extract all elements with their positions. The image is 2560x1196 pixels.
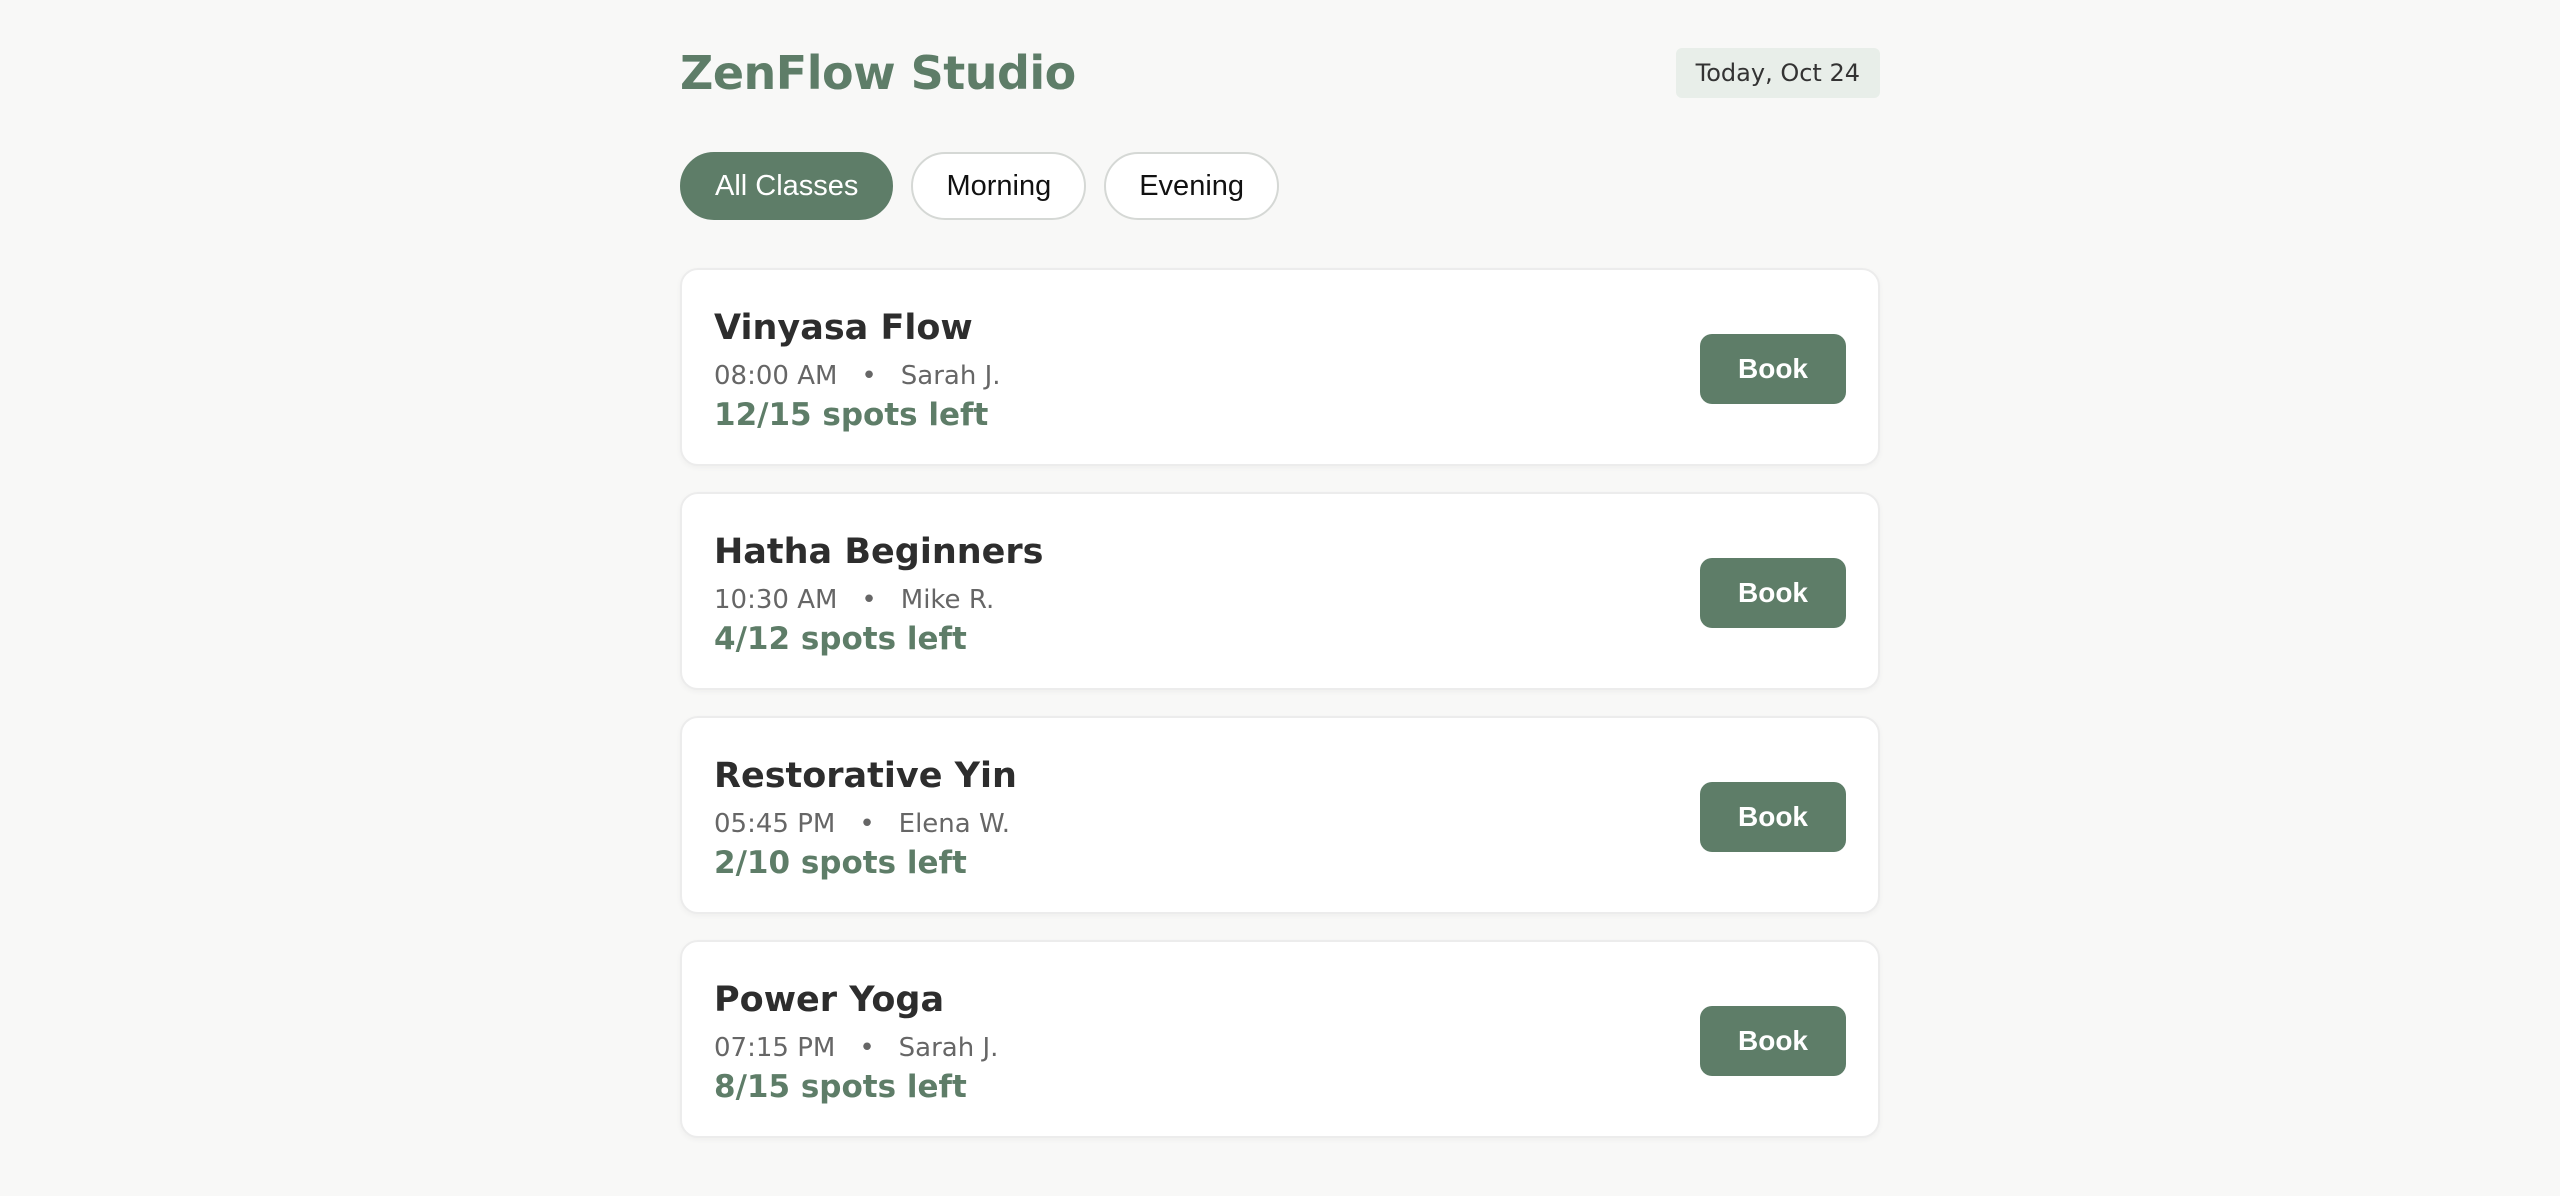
class-time: 10:30 AM [714, 585, 838, 615]
app-title: ZenFlow Studio [680, 46, 1076, 100]
class-name: Restorative Yin [714, 756, 1017, 796]
class-meta: 08:00 AM • Sarah J. [714, 358, 1001, 394]
class-instructor: Sarah J. [900, 361, 1001, 391]
date-badge: Today, Oct 24 [1675, 48, 1880, 98]
class-time: 08:00 AM [714, 361, 838, 391]
header: ZenFlow Studio Today, Oct 24 [680, 0, 1880, 150]
book-button[interactable]: Book [1700, 558, 1846, 628]
filter-morning[interactable]: Morning [911, 152, 1087, 220]
filter-all-classes[interactable]: All Classes [680, 152, 894, 220]
class-time: 07:15 PM [714, 1033, 836, 1063]
class-meta: 07:15 PM • Sarah J. [714, 1030, 998, 1066]
class-name: Power Yoga [714, 980, 945, 1020]
separator-dot: • [859, 1033, 875, 1063]
app-container: ZenFlow Studio Today, Oct 24 All Classes… [680, 0, 1880, 1138]
spots-left: 4/12 spots left [714, 621, 967, 657]
class-instructor: Mike R. [900, 585, 995, 615]
class-card: Vinyasa Flow 08:00 AM • Sarah J. 12/15 spo… [680, 268, 1880, 466]
class-meta: 05:45 PM • Elena W. [714, 806, 1010, 842]
book-button[interactable]: Book [1700, 334, 1846, 404]
class-instructor: Elena W. [898, 809, 1010, 839]
book-button[interactable]: Book [1700, 782, 1846, 852]
spots-left: 12/15 spots left [714, 397, 989, 433]
spots-left: 8/15 spots left [714, 1069, 967, 1105]
class-card: Power Yoga 07:15 PM • Sarah J. 8/15 spots … [680, 940, 1880, 1138]
separator-dot: • [859, 809, 875, 839]
separator-dot: • [861, 361, 877, 391]
class-name: Hatha Beginners [714, 532, 1044, 572]
class-card: Hatha Beginners 10:30 AM • Mike R. 4/12 sp… [680, 492, 1880, 690]
spots-left: 2/10 spots left [714, 845, 967, 881]
book-button[interactable]: Book [1700, 1006, 1846, 1076]
filter-tabs: All Classes Morning Evening [680, 152, 1280, 220]
class-time: 05:45 PM [714, 809, 836, 839]
class-list: Vinyasa Flow 08:00 AM • Sarah J. 12/15 spo… [680, 268, 1880, 1164]
class-card: Restorative Yin 05:45 PM • Elena W. 2/10 s… [680, 716, 1880, 914]
filter-evening[interactable]: Evening [1104, 152, 1280, 220]
separator-dot: • [861, 585, 877, 615]
class-meta: 10:30 AM • Mike R. [714, 582, 994, 618]
class-instructor: Sarah J. [898, 1033, 999, 1063]
class-name: Vinyasa Flow [714, 308, 973, 348]
